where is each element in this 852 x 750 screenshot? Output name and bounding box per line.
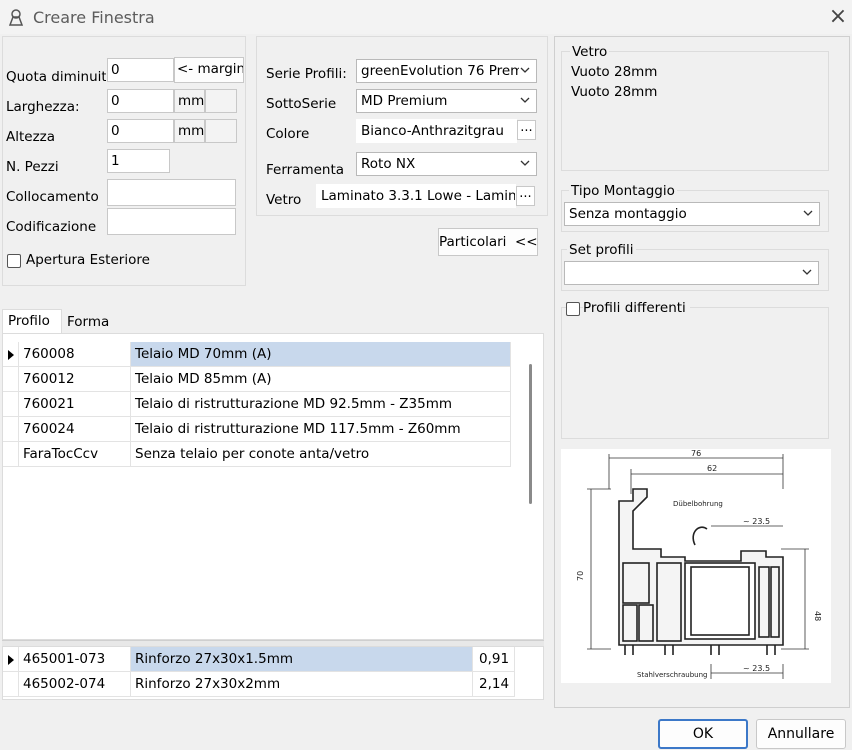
profile-code: 760008 — [19, 342, 131, 367]
altezza-unit-extra — [205, 119, 237, 143]
profile-desc: Telaio di ristrutturazione MD 92.5mm - Z… — [131, 392, 511, 417]
tipo-montaggio-value: Senza montaggio — [569, 206, 687, 222]
window-title: Creare Finestra — [33, 8, 155, 27]
reinforcement-code: 465002-074 — [19, 672, 131, 697]
pezzi-input[interactable]: 1 — [107, 149, 170, 173]
profile-desc: Senza telaio per conote anta/vetro — [131, 442, 511, 467]
chevron-down-icon — [803, 210, 813, 216]
vetro-browse-button[interactable]: ... — [516, 186, 535, 206]
reinforcement-desc: Rinforzo 27x30x2mm — [131, 672, 473, 697]
chevron-down-icon — [520, 160, 530, 166]
altezza-unit: mm — [174, 119, 205, 143]
profile-drawing-svg: 76 62 70 48 ~ 23.5 ~ 23.5 Dübelbohrung S… — [576, 449, 822, 679]
profile-code: 760024 — [19, 417, 131, 442]
colore-field: Bianco-Anthrazitgrau — [356, 119, 517, 143]
larghezza-label: Larghezza: — [6, 99, 80, 115]
ferramenta-value: Roto NX — [361, 156, 416, 172]
colore-browse-button[interactable]: ... — [517, 120, 536, 140]
larghezza-unit-extra — [205, 89, 237, 113]
app-icon — [8, 9, 24, 26]
profili-differenti-checkbox[interactable] — [566, 302, 580, 316]
vetro-label: Vetro — [266, 192, 302, 208]
cancel-button[interactable]: Annullare — [756, 719, 846, 749]
reinforcement-desc: Rinforzo 27x30x1.5mm — [131, 647, 473, 672]
serie-value: greenEvolution 76 Premium — [361, 63, 519, 79]
table-row[interactable]: 760008 Telaio MD 70mm (A) — [3, 342, 513, 367]
collocamento-input[interactable] — [107, 179, 236, 206]
altezza-input[interactable]: 0 — [107, 119, 174, 143]
profile-code: 760021 — [19, 392, 131, 417]
set-profili-dropdown[interactable] — [564, 261, 819, 285]
profiles-grid: 760008 Telaio MD 70mm (A) 760012 Telaio … — [2, 333, 544, 640]
sottoserie-value: MD Premium — [361, 93, 448, 109]
profile-desc: Telaio MD 85mm (A) — [131, 367, 511, 392]
dim-62-label: 62 — [707, 464, 717, 473]
reinforcements-grid: 465001-073 Rinforzo 27x30x1.5mm 0,91 465… — [2, 646, 544, 700]
margin-button[interactable]: <- margine — [174, 57, 244, 83]
dim-48-label: 48 — [813, 611, 822, 621]
vertical-scrollbar[interactable] — [529, 364, 532, 504]
dim-235-top-label: ~ 23.5 — [743, 517, 770, 526]
profili-differenti-group — [561, 307, 829, 439]
reinforcement-value: 2,14 — [473, 672, 515, 697]
reinforcement-code: 465001-073 — [19, 647, 131, 672]
apertura-checkbox[interactable] — [7, 254, 21, 268]
chevron-down-icon — [520, 97, 530, 103]
tipo-montaggio-dropdown[interactable]: Senza montaggio — [564, 202, 820, 226]
codificazione-input[interactable] — [107, 208, 236, 235]
table-row[interactable]: 465002-074 Rinforzo 27x30x2mm 2,14 — [3, 672, 515, 697]
quota-input[interactable]: 0 — [107, 58, 174, 82]
close-icon[interactable]: × — [826, 5, 850, 29]
ferramenta-dropdown[interactable]: Roto NX — [356, 152, 537, 176]
reinforcement-value: 0,91 — [473, 647, 515, 672]
sottoserie-dropdown[interactable]: MD Premium — [356, 89, 537, 113]
sottoserie-label: SottoSerie — [266, 96, 337, 112]
particolari-button[interactable]: Particolari << — [438, 228, 538, 256]
serie-dropdown[interactable]: greenEvolution 76 Premium — [356, 59, 537, 83]
profile-desc: Telaio di ristrutturazione MD 117.5mm - … — [131, 417, 511, 442]
serie-label: Serie Profili: — [266, 66, 347, 82]
set-profili-label: Set profili — [567, 242, 636, 258]
profile-code: 760012 — [19, 367, 131, 392]
profile-drawing: 76 62 70 48 ~ 23.5 ~ 23.5 Dübelbohrung S… — [561, 449, 831, 683]
vetro-info-title: Vetro — [570, 44, 610, 60]
table-row[interactable]: 760012 Telaio MD 85mm (A) — [3, 367, 513, 392]
dim-76-label: 76 — [691, 449, 701, 458]
quota-label: Quota diminuita — [6, 69, 106, 85]
dim-235-bottom-label: ~ 23.5 — [743, 664, 770, 673]
row-pointer-icon — [8, 350, 14, 360]
dim-70-label: 70 — [576, 571, 585, 581]
pezzi-label: N. Pezzi — [6, 159, 59, 175]
colore-label: Colore — [266, 126, 310, 142]
larghezza-unit: mm — [174, 89, 205, 113]
tab-profilo[interactable]: Profilo — [2, 309, 62, 333]
ferramenta-label: Ferramenta — [266, 162, 345, 178]
row-pointer-icon — [8, 655, 14, 665]
vetro-field: Laminato 3.3.1 Lowe - Laminato — [316, 184, 516, 208]
table-row[interactable]: FaraTocCcv Senza telaio per conote anta/… — [3, 442, 513, 467]
profili-differenti-label: Profili differenti — [583, 300, 690, 316]
ok-button[interactable]: OK — [658, 719, 748, 749]
altezza-label: Altezza — [6, 129, 56, 145]
dubel-label: Dübelbohrung — [673, 500, 723, 508]
profile-desc: Telaio MD 70mm (A) — [131, 342, 511, 367]
table-row[interactable]: 760024 Telaio di ristrutturazione MD 117… — [3, 417, 513, 442]
tab-forma-irregolare[interactable]: Forma irregolare — [62, 311, 180, 352]
tipo-montaggio-label: Tipo Montaggio — [569, 183, 677, 199]
stahl-label: Stahlverschraubung — [637, 671, 707, 679]
chevron-down-icon — [802, 269, 812, 275]
collocamento-label: Collocamento — [6, 189, 99, 205]
larghezza-input[interactable]: 0 — [107, 89, 174, 113]
vetro-info-line: Vuoto 28mm — [571, 64, 658, 80]
profile-code: FaraTocCcv — [19, 442, 131, 467]
vetro-info-line: Vuoto 28mm — [571, 84, 658, 100]
chevron-down-icon — [520, 67, 530, 73]
table-row[interactable]: 465001-073 Rinforzo 27x30x1.5mm 0,91 — [3, 647, 515, 672]
apertura-label: Apertura Esteriore — [26, 252, 150, 268]
table-row[interactable]: 760021 Telaio di ristrutturazione MD 92.… — [3, 392, 513, 417]
codificazione-label: Codificazione — [6, 219, 97, 235]
